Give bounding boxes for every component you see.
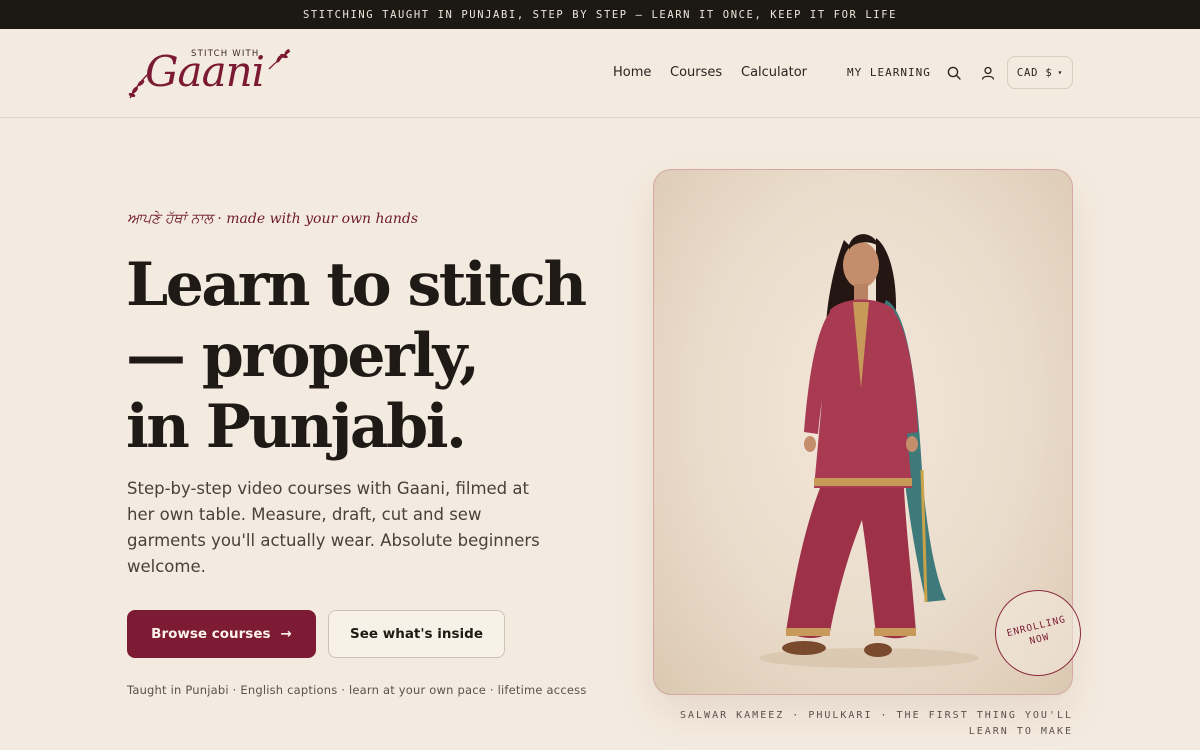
logo-wordmark: Gaani: [145, 47, 265, 96]
hero-image-caption: SALWAR KAMEEZ · PHULKARI · THE FIRST THI…: [653, 708, 1073, 740]
nav-courses[interactable]: Courses: [670, 65, 722, 80]
trust-line: Taught in Punjabi · English captions · l…: [127, 683, 587, 697]
currency-value: CAD $: [1016, 66, 1053, 79]
badge-line-2: NOW: [1028, 631, 1051, 648]
arrow-right-icon: →: [280, 626, 292, 642]
headline-line-3: in Punjabi.: [126, 392, 467, 462]
chevron-down-icon: ▾: [1057, 68, 1064, 77]
hero-description: Step-by-step video courses with Gaani, f…: [127, 479, 540, 576]
see-inside-button[interactable]: See what's inside: [328, 610, 505, 658]
announcement-bar: STITCHING TAUGHT IN PUNJABI, STEP BY STE…: [0, 0, 1200, 29]
logo[interactable]: STITCH WITH Gaani: [127, 43, 297, 105]
announcement-text: STITCHING TAUGHT IN PUNJABI, STEP BY STE…: [302, 8, 898, 21]
search-icon[interactable]: [946, 65, 962, 81]
nav-calculator[interactable]: Calculator: [741, 65, 807, 80]
currency-selector[interactable]: CAD $ ▾: [1007, 56, 1073, 89]
hero-headline: Learn to stitch — properly, in Punjabi.: [126, 250, 646, 463]
caption-line-2: LEARN TO MAKE: [968, 726, 1073, 737]
headline-line-2: — properly,: [126, 321, 480, 391]
browse-courses-label: Browse courses: [151, 626, 271, 642]
nav-home[interactable]: Home: [613, 65, 651, 80]
leaf-sprig-icon: [268, 49, 291, 70]
see-inside-label: See what's inside: [350, 626, 483, 642]
browse-courses-button[interactable]: Browse courses →: [127, 610, 316, 658]
user-icon[interactable]: [980, 65, 996, 81]
headline-line-1: Learn to stitch: [126, 250, 587, 320]
caption-line-1: SALWAR KAMEEZ · PHULKARI · THE FIRST THI…: [679, 710, 1073, 721]
nav-my-learning[interactable]: MY LEARNING: [847, 66, 931, 79]
site-header: STITCH WITH Gaani Home Courses Calculato…: [0, 29, 1200, 118]
hero-eyebrow: ਆਪਣੇ ਹੱਥਾਂ ਨਾਲ · made with your own hand…: [127, 211, 419, 227]
